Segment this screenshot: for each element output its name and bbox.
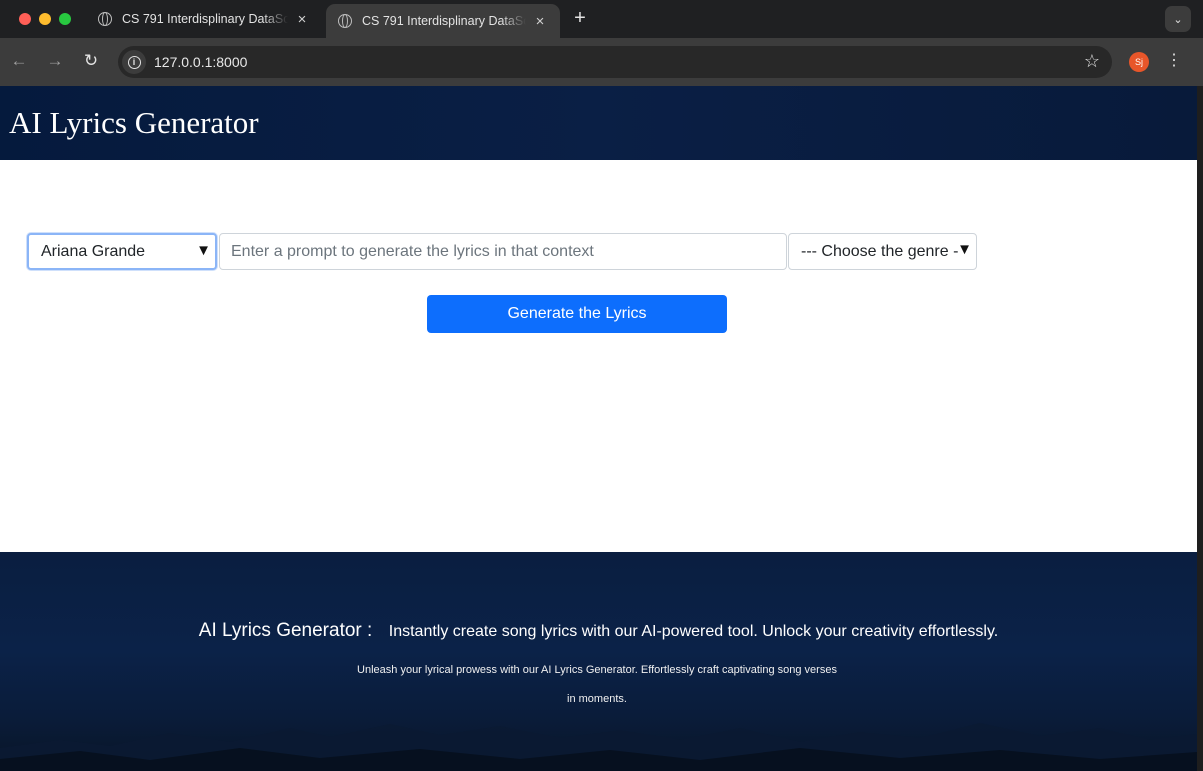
prompt-input[interactable] (219, 233, 787, 270)
browser-tab-strip: CS 791 Interdisplinary DataScience × CS … (0, 0, 1203, 38)
chevron-down-icon[interactable]: ⌄ (1165, 6, 1191, 32)
address-bar[interactable]: i 127.0.0.1:8000 ☆ (118, 46, 1112, 78)
window-close-button[interactable] (19, 13, 31, 25)
globe-icon (98, 12, 112, 26)
artist-select[interactable]: Ariana Grande ▼ (27, 233, 217, 270)
profile-avatar[interactable]: Sj (1129, 52, 1149, 72)
info-icon: i (127, 55, 141, 69)
genre-select[interactable]: --- Choose the genre --- ▼ (788, 233, 977, 270)
browser-tab-2[interactable]: CS 791 Interdisplinary DataScience × (326, 4, 560, 38)
footer-tagline: Instantly create song lyrics with our AI… (388, 623, 999, 640)
window-minimize-button[interactable] (39, 13, 51, 25)
genre-selected-value: --- Choose the genre --- (801, 242, 959, 260)
site-info-button[interactable]: i (122, 50, 146, 74)
url-text[interactable]: 127.0.0.1:8000 (154, 54, 247, 70)
footer-brand: AI Lyrics Generator : (198, 620, 373, 641)
close-icon[interactable]: × (294, 11, 310, 28)
tab-title: CS 791 Interdisplinary DataScience (122, 12, 288, 26)
window-maximize-button[interactable] (59, 13, 71, 25)
star-icon[interactable]: ☆ (1084, 51, 1100, 72)
tab-title: CS 791 Interdisplinary DataScience (362, 14, 526, 28)
caret-down-icon: ▼ (957, 241, 972, 258)
artist-selected-value: Ariana Grande (41, 242, 146, 260)
plus-icon[interactable]: + (570, 7, 590, 30)
reload-icon[interactable]: ↻ (80, 50, 102, 72)
window-edge (1197, 86, 1203, 771)
page-title: AI Lyrics Generator (9, 105, 259, 140)
close-icon[interactable]: × (532, 13, 548, 30)
browser-toolbar: ← → ↻ i 127.0.0.1:8000 ☆ Sj ⋮ (0, 38, 1203, 86)
back-arrow-icon[interactable]: ← (8, 50, 30, 72)
forward-arrow-icon[interactable]: → (44, 50, 66, 72)
footer-headline: AI Lyrics Generator : Instantly create s… (0, 620, 1197, 642)
footer-description: Unleash your lyrical prowess with our AI… (357, 664, 837, 705)
kebab-menu-icon[interactable]: ⋮ (1166, 50, 1182, 70)
browser-tab-1[interactable]: CS 791 Interdisplinary DataScience × (86, 0, 322, 38)
caret-down-icon: ▼ (196, 242, 211, 259)
page-footer: AI Lyrics Generator : Instantly create s… (0, 552, 1197, 771)
generate-lyrics-button[interactable]: Generate the Lyrics (427, 295, 727, 333)
globe-icon (338, 14, 352, 28)
page-header: AI Lyrics Generator (0, 86, 1197, 160)
page-viewport: AI Lyrics Generator Ariana Grande ▼ --- … (0, 86, 1197, 771)
